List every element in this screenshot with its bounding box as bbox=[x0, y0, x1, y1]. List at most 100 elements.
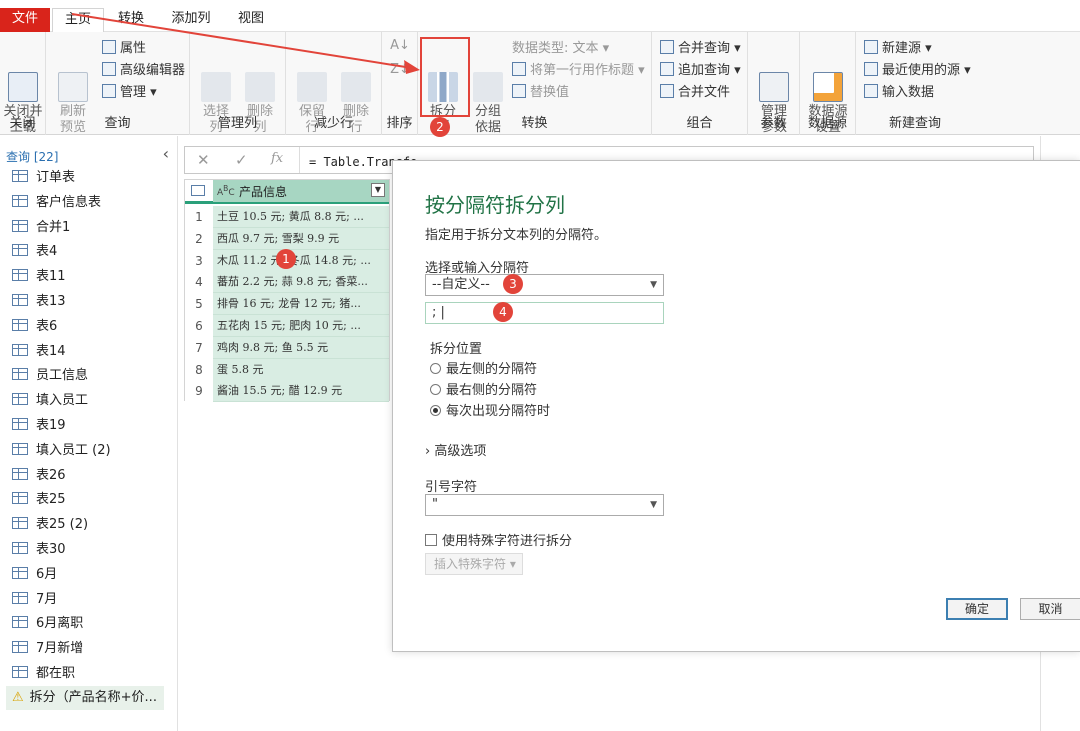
query-item[interactable]: 6月离职 bbox=[12, 612, 83, 636]
query-item[interactable]: 表26 bbox=[12, 464, 66, 488]
query-item[interactable]: 表13 bbox=[12, 290, 66, 314]
table-cell[interactable]: 西瓜 9.7 元; 雪梨 9.9 元 bbox=[213, 227, 389, 250]
query-item[interactable]: 表14 bbox=[12, 340, 66, 364]
query-item[interactable]: 表25 (2) bbox=[12, 513, 88, 537]
query-item[interactable]: 客户信息表 bbox=[12, 191, 101, 215]
queries-header: 查询 [22] bbox=[6, 150, 59, 164]
advanced-options-toggle[interactable]: › 高级选项 bbox=[425, 440, 486, 459]
table-cell[interactable]: 排骨 16 元; 龙骨 12 元; 猪... bbox=[213, 293, 389, 316]
cancel-formula-icon[interactable]: ✕ bbox=[197, 151, 210, 169]
column-filter-dropdown-icon[interactable]: ▼ bbox=[371, 183, 385, 197]
query-item[interactable]: 表4 bbox=[12, 240, 57, 264]
row-number: 8 bbox=[185, 358, 213, 381]
table-icon bbox=[12, 269, 28, 282]
query-item-selected[interactable]: ⚠ 拆分（产品名称+价... bbox=[12, 686, 157, 710]
table-row[interactable]: 8蛋 5.8 元 bbox=[185, 358, 389, 381]
table-icon bbox=[12, 492, 28, 505]
table-cell[interactable]: 土豆 10.5 元; 黄瓜 8.8 元; ... bbox=[213, 206, 389, 228]
table-cell[interactable]: 鸡肉 9.8 元; 鱼 5.5 元 bbox=[213, 336, 389, 359]
row-number: 7 bbox=[185, 336, 213, 359]
query-item[interactable]: 填入员工 bbox=[12, 389, 88, 413]
query-item-label: 客户信息表 bbox=[36, 194, 102, 210]
query-item[interactable]: 填入员工 (2) bbox=[12, 439, 111, 463]
table-row[interactable]: 7 鸡肉 9.8 元; 鱼 5.5 元 bbox=[185, 336, 389, 359]
query-item[interactable]: 表11 bbox=[12, 265, 66, 289]
cancel-button[interactable]: 取消 bbox=[1020, 598, 1080, 620]
grid-header: ABC 产品信息 ▼ bbox=[185, 180, 389, 204]
table-icon bbox=[12, 343, 28, 356]
table-cell[interactable]: 蕃茄 2.2 元; 蒜 9.8 元; 香菜... bbox=[213, 271, 389, 294]
table-icon bbox=[12, 542, 28, 554]
table-icon bbox=[12, 616, 28, 629]
radio-rightmost[interactable]: 最右侧的分隔符 bbox=[430, 379, 537, 398]
query-item[interactable]: 表19 bbox=[12, 414, 66, 438]
query-item-label: 表6 bbox=[36, 318, 58, 334]
query-item[interactable]: 6月 bbox=[12, 563, 57, 587]
query-item-label: 表25 bbox=[36, 492, 66, 508]
table-row[interactable]: 5 排骨 16 元; 龙骨 12 元; 猪... bbox=[185, 293, 389, 316]
query-item[interactable]: 表30 bbox=[12, 538, 66, 562]
queries-pane: 查询 [22] ‹ 订单表 客户信息表 合并1 表4 表11 表13 表6 表14 员工信息 填入… bbox=[0, 136, 178, 731]
radio-selected-icon bbox=[430, 405, 441, 416]
custom-delimiter-input[interactable]: ; | bbox=[425, 302, 664, 324]
text-type-icon[interactable]: ABC bbox=[217, 184, 235, 198]
table-icon bbox=[12, 418, 28, 430]
delimiter-select[interactable]: --自定义-- ▼ bbox=[425, 274, 664, 296]
table-menu-icon[interactable] bbox=[191, 185, 205, 196]
radio-each-occurrence[interactable]: 每次出现分隔符时 bbox=[430, 400, 550, 419]
collapse-chevron-icon[interactable]: ‹ bbox=[163, 144, 169, 163]
table-icon bbox=[12, 566, 28, 579]
table-row[interactable]: 2 西瓜 9.7 元; 雪梨 9.9 元 bbox=[185, 227, 389, 250]
ok-button[interactable]: 确定 bbox=[946, 598, 1008, 620]
quote-char-select[interactable]: " ▼ bbox=[425, 494, 664, 516]
chevron-down-icon: ▼ bbox=[650, 500, 657, 510]
confirm-formula-icon[interactable]: ✓ bbox=[235, 151, 248, 169]
query-item-label: 表11 bbox=[36, 269, 66, 285]
table-cell[interactable]: 蛋 5.8 元 bbox=[213, 358, 389, 381]
query-item[interactable]: 表6 bbox=[12, 315, 57, 339]
table-icon bbox=[12, 641, 28, 654]
checkbox-icon bbox=[425, 534, 437, 546]
table-cell[interactable]: 木瓜 11.2 元; 冬瓜 14.8 元; ... bbox=[213, 249, 389, 272]
table-cell[interactable]: 酱油 15.5 元; 醋 12.9 元 bbox=[213, 380, 389, 403]
table-icon bbox=[12, 393, 28, 406]
data-grid: ABC 产品信息 ▼ 1 土豆 10.5 元; 黄瓜 8.8 元; ... 2 西瓜 … bbox=[184, 179, 390, 403]
split-column-by-delimiter-dialog: 按分隔符拆分列 指定用于拆分文本列的分隔符。 选择或输入分隔符 --自定义-- ▼… bbox=[392, 160, 1080, 652]
dialog-subtitle: 指定用于拆分文本列的分隔符。 bbox=[425, 228, 608, 243]
table-row[interactable]: 6 五花肉 15 元; 肥肉 10 元; ... bbox=[185, 315, 389, 337]
query-item[interactable]: 7月新增 bbox=[12, 637, 83, 661]
table-icon bbox=[12, 666, 28, 678]
step-badge-2: 2 bbox=[430, 117, 450, 137]
chevron-right-icon: › bbox=[425, 444, 431, 459]
query-item[interactable]: 表25 bbox=[12, 488, 66, 512]
table-cell[interactable]: 五花肉 15 元; 肥肉 10 元; ... bbox=[213, 315, 389, 337]
row-number: 1 bbox=[185, 206, 213, 228]
column-header-product-info[interactable]: ABC 产品信息 ▼ bbox=[213, 180, 389, 202]
split-column-highlight-box bbox=[420, 37, 470, 117]
table-icon bbox=[12, 467, 28, 480]
row-number: 9 bbox=[185, 380, 213, 403]
query-item-label: 表13 bbox=[36, 294, 66, 309]
radio-leftmost[interactable]: 最左侧的分隔符 bbox=[430, 358, 537, 377]
query-item[interactable]: 员工信息 bbox=[12, 364, 88, 388]
table-row[interactable]: 1 土豆 10.5 元; 黄瓜 8.8 元; ... bbox=[185, 206, 389, 228]
step-badge-3: 3 bbox=[503, 274, 523, 294]
row-number: 2 bbox=[185, 227, 213, 250]
split-position-label: 拆分位置 bbox=[430, 342, 483, 357]
query-item-label: 表4 bbox=[36, 244, 58, 260]
query-item-label: 7月新增 bbox=[36, 641, 84, 657]
special-chars-checkbox[interactable]: 使用特殊字符进行拆分 bbox=[425, 530, 572, 549]
step-badge-4: 4 bbox=[493, 302, 513, 322]
table-icon bbox=[12, 244, 28, 257]
query-item[interactable]: 都在职 bbox=[12, 662, 75, 686]
table-row[interactable]: 4 蕃茄 2.2 元; 蒜 9.8 元; 香菜... bbox=[185, 271, 389, 294]
formula-divider bbox=[299, 147, 300, 173]
step-badge-1: 1 bbox=[276, 249, 296, 269]
table-row[interactable]: 9 酱油 15.5 元; 醋 12.9 元 bbox=[185, 380, 389, 403]
query-item[interactable]: 7月 bbox=[12, 588, 57, 612]
query-item[interactable]: 合并1 bbox=[12, 216, 70, 240]
query-item[interactable]: 订单表 bbox=[12, 166, 75, 190]
query-item-label: 表30 bbox=[36, 542, 66, 557]
insert-special-char-button[interactable]: 插入特殊字符 ▾ bbox=[425, 553, 523, 575]
fx-icon[interactable]: fx bbox=[271, 151, 283, 166]
